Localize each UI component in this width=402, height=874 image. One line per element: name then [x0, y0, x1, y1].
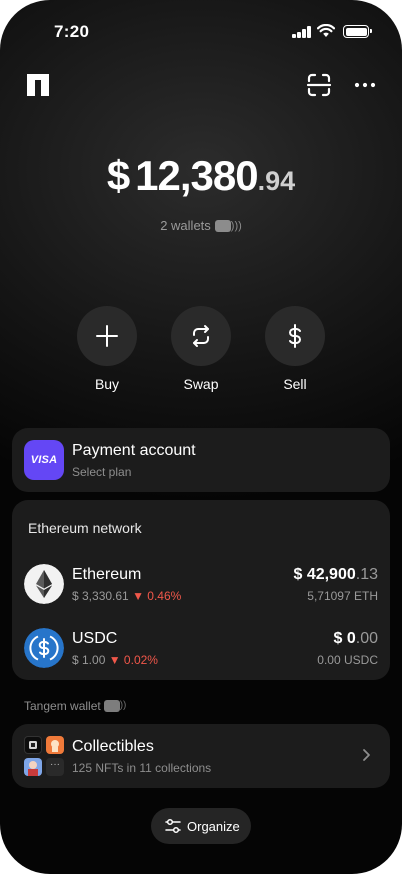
token-value-dec: .00: [355, 630, 378, 647]
token-value-main: $ 42,900: [293, 566, 356, 583]
collectibles-card[interactable]: ··· Collectibles 125 NFTs in 11 collecti…: [12, 724, 390, 788]
token-price-line: $ 3,330.61 ▼ 0.46%: [72, 589, 181, 603]
usdc-icon: [24, 628, 64, 668]
visa-icon: VISA: [24, 440, 64, 480]
tangem-wallet-label: Tangem wallet)): [24, 699, 126, 713]
chevron-right-icon: [363, 749, 370, 761]
swap-label: Swap: [183, 376, 219, 392]
token-row-ethereum[interactable]: Ethereum $ 3,330.61 ▼ 0.46% $ 42,900.13 …: [12, 560, 390, 612]
sliders-icon: [165, 818, 181, 834]
sell-label: Sell: [283, 376, 307, 392]
wallets-selector[interactable]: 2 wallets))): [0, 218, 402, 233]
sell-button[interactable]: Sell: [265, 306, 325, 392]
status-time: 7:20: [54, 22, 90, 41]
token-value-main: $ 0: [333, 630, 356, 647]
nfc-icon: ))): [230, 219, 242, 232]
wallet-screen: 7:20 $12,380.94 2 wallets))) Buy Swap S…: [0, 0, 402, 874]
swap-icon: [193, 325, 209, 347]
token-name: Ethereum: [72, 566, 142, 583]
swap-button[interactable]: Swap: [171, 306, 231, 392]
token-row-usdc[interactable]: USDC $ 1.00 ▼ 0.02% $ 0.00 0.00 USDC: [12, 624, 390, 676]
tangem-wallet-text: Tangem wallet: [24, 699, 101, 713]
network-title: Ethereum network: [28, 520, 142, 536]
nft-thumbnail: [46, 736, 64, 754]
scan-icon[interactable]: [306, 72, 332, 98]
network-card: Ethereum network Ethereum $ 3,330.61 ▼ 0…: [12, 500, 390, 680]
organize-button[interactable]: Organize: [151, 808, 251, 844]
token-value: $ 42,900.13: [293, 566, 378, 584]
buy-label: Buy: [94, 376, 120, 392]
organize-label: Organize: [187, 819, 240, 834]
tangem-logo-icon: [27, 74, 49, 96]
battery-icon: [343, 25, 372, 38]
more-nfts-icon: ···: [46, 758, 64, 776]
balance-cents: .94: [257, 166, 296, 196]
token-amount: 0.00 USDC: [317, 653, 378, 667]
more-icon[interactable]: [352, 72, 378, 98]
wallets-label: 2 wallets: [160, 218, 211, 233]
plus-icon: [96, 325, 118, 347]
collectibles-title: Collectibles: [72, 738, 154, 755]
payment-subtitle: Select plan: [72, 465, 132, 479]
token-value-dec: .13: [355, 566, 378, 583]
token-name: USDC: [72, 630, 118, 647]
signal-icon: [292, 26, 312, 38]
total-balance: $12,380.94: [0, 152, 402, 200]
token-change: ▼ 0.02%: [108, 653, 158, 667]
dollar-icon: [289, 324, 301, 348]
status-bar: 7:20: [0, 18, 402, 46]
balance-main: 12,380: [135, 152, 258, 199]
token-price-line: $ 1.00 ▼ 0.02%: [72, 653, 158, 667]
card-icon: [214, 219, 231, 232]
token-amount: 5,71097 ETH: [307, 589, 378, 603]
nft-thumbnail: [24, 736, 42, 754]
token-price: $ 3,330.61: [72, 589, 129, 603]
payment-title: Payment account: [72, 442, 196, 459]
nft-thumbnail: [24, 758, 42, 776]
ethereum-icon: [24, 564, 64, 604]
nfc-icon: )): [119, 700, 127, 712]
collectibles-thumbnails: ···: [24, 736, 64, 776]
payment-account-card[interactable]: VISA Payment account Select plan: [12, 428, 390, 492]
balance-currency: $: [106, 152, 130, 199]
token-price: $ 1.00: [72, 653, 106, 667]
collectibles-subtitle: 125 NFTs in 11 collections: [72, 761, 212, 775]
card-icon: [103, 699, 120, 712]
token-value: $ 0.00: [334, 630, 379, 648]
buy-button[interactable]: Buy: [77, 306, 137, 392]
wifi-icon: [317, 24, 335, 37]
token-change: ▼ 0.46%: [132, 589, 182, 603]
